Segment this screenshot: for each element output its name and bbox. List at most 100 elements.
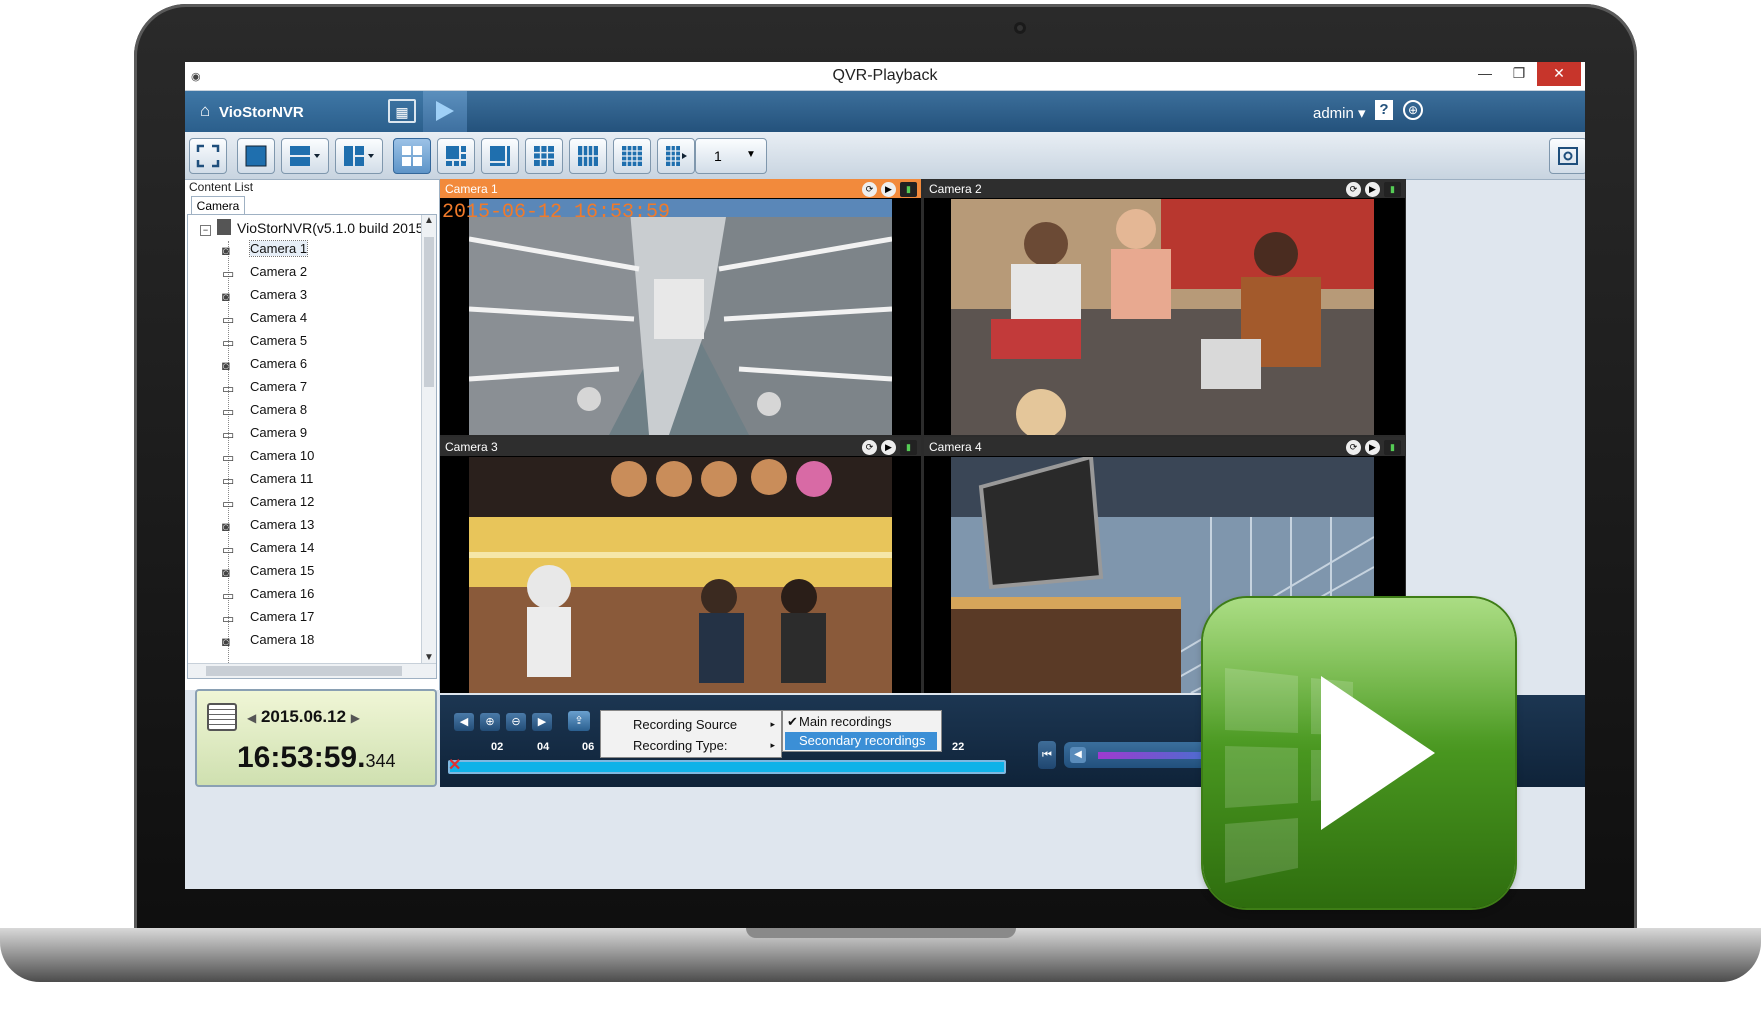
camera-tree-item[interactable]: ▭ Camera 4 xyxy=(222,310,307,332)
layout-split-h-button[interactable] xyxy=(281,138,329,174)
timeline-track[interactable] xyxy=(448,760,1006,774)
zoom-out-button[interactable]: ⊖ xyxy=(506,713,526,731)
menu-item-secondary-recordings[interactable]: Secondary recordings xyxy=(785,732,937,750)
dome-camera-icon: ◙ xyxy=(222,565,230,580)
submenu-arrow-icon: ▸ xyxy=(770,719,775,729)
minimize-button[interactable]: — xyxy=(1469,62,1501,86)
layout-split-v-button[interactable] xyxy=(335,138,383,174)
layout-6-icon xyxy=(446,146,466,166)
bakery-video-frame xyxy=(469,457,892,693)
camera-tree-label: Camera 10 xyxy=(250,448,315,463)
layout-1-icon xyxy=(245,145,267,167)
content-list-title: Content List xyxy=(189,180,254,194)
camera-tree-item[interactable]: ▭ Camera 17 xyxy=(222,609,314,631)
export-button[interactable]: ⇪ xyxy=(568,711,590,731)
layout-2h-icon xyxy=(290,146,320,166)
menu-item-recording-type[interactable]: Recording Type: xyxy=(633,738,727,753)
camera-tree-item[interactable]: ◙ Camera 3 xyxy=(222,287,307,309)
scroll-down-icon[interactable]: ▼ xyxy=(424,652,434,663)
camera-tree-item[interactable]: ▭ Camera 7 xyxy=(222,379,307,401)
layout-9-button[interactable] xyxy=(525,138,563,174)
calendar-icon[interactable] xyxy=(207,703,237,731)
fullscreen-button[interactable] xyxy=(189,138,227,174)
sync-icon[interactable]: ⟳ xyxy=(862,182,877,197)
step-back-button[interactable]: ◀ xyxy=(454,713,474,731)
timeline-tick: 02 xyxy=(491,741,504,753)
camera-tree-item[interactable]: ▭ Camera 8 xyxy=(222,402,307,424)
camera-view-bar: Camera 4 ⟳ ▶ ▮ xyxy=(924,437,1405,456)
zoom-in-button[interactable]: ⊕ xyxy=(480,713,500,731)
user-caret-icon: ▾ xyxy=(1358,105,1366,122)
camera-tree-item[interactable]: ▭ Camera 11 xyxy=(222,471,313,493)
tree-horizontal-scrollbar[interactable] xyxy=(188,663,436,678)
play-icon[interactable]: ▶ xyxy=(1365,440,1380,455)
camera-tree-item[interactable]: ▭ Camera 16 xyxy=(222,586,314,608)
step-forward-button[interactable]: ▶ xyxy=(532,713,552,731)
scroll-up-icon[interactable]: ▲ xyxy=(424,215,434,226)
camera-tree-item[interactable]: ▭ Camera 10 xyxy=(222,448,314,470)
close-button[interactable]: ✕ xyxy=(1537,62,1581,86)
monitor-mode-icon[interactable]: ▦ xyxy=(388,99,416,123)
home-icon[interactable]: ⌂ xyxy=(200,101,210,121)
restore-button[interactable]: ❐ xyxy=(1503,62,1535,86)
camera-tree-item[interactable]: ◙ Camera 1 xyxy=(222,240,309,263)
sync-icon[interactable]: ⟳ xyxy=(1346,440,1361,455)
signal-icon: ▮ xyxy=(1384,440,1401,455)
submenu-arrow-icon: ▸ xyxy=(770,740,775,750)
chevron-down-icon: ▼ xyxy=(746,149,756,160)
camera-tree-item[interactable]: ▭ Camera 14 xyxy=(222,540,314,562)
camera-tree-item[interactable]: ◙ Camera 13 xyxy=(222,517,314,539)
prev-date-icon[interactable]: ◀ xyxy=(247,711,256,725)
camera-view-2[interactable]: Camera 2 ⟳ ▶ ▮ xyxy=(924,179,1405,435)
camera-view-1[interactable]: Camera 1 ⟳ ▶ ▮ 2015-06-12 16:53:59 xyxy=(440,179,921,435)
layout-16-button[interactable] xyxy=(613,138,651,174)
user-menu[interactable]: admin ▾ xyxy=(1313,104,1366,122)
laptop-notch xyxy=(746,928,1016,938)
layout-more-button[interactable] xyxy=(657,138,695,174)
menu-item-recording-source[interactable]: Recording Source xyxy=(633,717,737,732)
next-date-icon[interactable]: ▶ xyxy=(351,711,360,725)
checkout-video-frame xyxy=(951,199,1374,435)
channel-select[interactable]: 1 ▼ xyxy=(695,138,767,174)
layout-6-button[interactable] xyxy=(437,138,475,174)
context-menu: Recording Source ▸ Recording Type: ▸ xyxy=(600,710,782,758)
layout-4-button[interactable] xyxy=(393,138,431,174)
sync-icon[interactable]: ⟳ xyxy=(1346,182,1361,197)
play-icon xyxy=(436,101,454,121)
skip-start-button[interactable]: ⏮ xyxy=(1038,741,1056,769)
layout-8-button[interactable] xyxy=(481,138,519,174)
play-icon[interactable]: ▶ xyxy=(881,182,896,197)
tree-root-nvr[interactable]: − VioStorNVR(v5.1.0 build 20150616 xyxy=(200,219,436,236)
settings-button[interactable] xyxy=(1549,138,1585,174)
language-globe-icon[interactable]: ⊕ xyxy=(1403,100,1423,120)
layout-single-button[interactable] xyxy=(237,138,275,174)
camera-tree-item[interactable]: ◙ Camera 18 xyxy=(222,632,314,654)
playhead-marker[interactable]: ✕ xyxy=(448,755,461,775)
dome-camera-icon: ◙ xyxy=(222,519,230,534)
menu-item-main-recordings[interactable]: Main recordings xyxy=(799,714,892,729)
help-icon[interactable]: ? xyxy=(1375,100,1393,120)
scrollbar-thumb[interactable] xyxy=(206,666,402,676)
brand-area[interactable]: ⌂ VioStorNVR xyxy=(185,91,460,132)
sync-icon[interactable]: ⟳ xyxy=(862,440,877,455)
camera-tree-item[interactable]: ▭ Camera 12 xyxy=(222,494,314,516)
chevron-left-icon[interactable]: ◀ xyxy=(1070,747,1086,763)
play-icon[interactable]: ▶ xyxy=(881,440,896,455)
camera-tree-item[interactable]: ▭ Camera 9 xyxy=(222,425,307,447)
camera-tree-item[interactable]: ◙ Camera 15 xyxy=(222,563,314,585)
playback-mode-button[interactable] xyxy=(423,91,467,132)
brand-name: VioStorNVR xyxy=(219,104,304,121)
camera-tree-item[interactable]: ▭ Camera 5 xyxy=(222,333,307,355)
camera-tree-label: Camera 17 xyxy=(250,609,315,624)
play-icon[interactable]: ▶ xyxy=(1365,182,1380,197)
camera-view-bar: Camera 1 ⟳ ▶ ▮ xyxy=(440,179,921,198)
collapse-icon[interactable]: − xyxy=(200,225,211,236)
camera-tree-item[interactable]: ▭ Camera 2 xyxy=(222,264,307,286)
datetime-panel: ◀ 2015.06.12 ▶ 16:53:59.344 xyxy=(195,689,437,787)
layout-10-button[interactable] xyxy=(569,138,607,174)
camera-view-3[interactable]: Camera 3 ⟳ ▶ ▮ xyxy=(440,437,921,693)
scrollbar-thumb[interactable] xyxy=(424,237,434,387)
tab-camera[interactable]: Camera xyxy=(191,196,245,215)
tree-vertical-scrollbar[interactable]: ▲ ▼ xyxy=(421,215,436,663)
camera-tree-item[interactable]: ◙ Camera 6 xyxy=(222,356,307,378)
